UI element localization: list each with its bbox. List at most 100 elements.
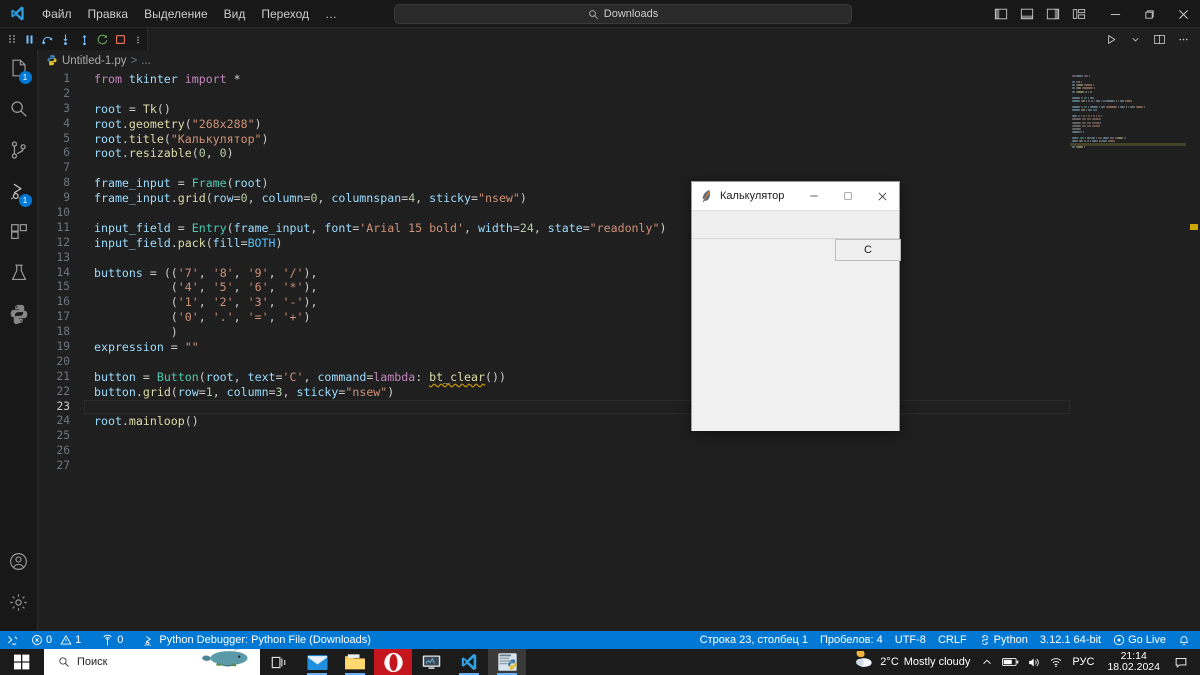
windows-start-icon[interactable]	[0, 649, 44, 675]
code-line[interactable]: 14 buttons = (('7', '8', '9', '/'),	[38, 266, 1200, 281]
volume-control[interactable]	[1023, 649, 1045, 675]
code-line[interactable]: 17 ('0', '.', '=', '+')	[38, 310, 1200, 325]
breadcrumb-file[interactable]: Untitled-1.py	[62, 55, 127, 67]
window-minimize-button[interactable]	[1098, 0, 1132, 28]
status-go-live[interactable]: Go Live	[1107, 631, 1172, 649]
code-line[interactable]: 25	[38, 429, 1200, 444]
toggle-secondary-sidebar-icon[interactable]	[1042, 3, 1064, 25]
drag-grip-icon[interactable]	[3, 29, 20, 49]
window-restore-button[interactable]	[1132, 0, 1166, 28]
code-line[interactable]: 26	[38, 444, 1200, 459]
status-warnings[interactable]: 1	[58, 631, 87, 649]
status-notifications[interactable]	[1172, 631, 1196, 649]
menu-selection[interactable]: Выделение	[136, 4, 216, 24]
status-cursor-position[interactable]: Строка 23, столбец 1	[694, 631, 814, 649]
calculator-clear-button[interactable]: C	[835, 239, 901, 261]
tk-close-button[interactable]	[865, 182, 899, 211]
taskbar-search-box[interactable]: Поиск	[44, 649, 260, 675]
code-line[interactable]: 16 ('1', '2', '3', '-'),	[38, 295, 1200, 310]
sidebar-item-search[interactable]	[0, 91, 38, 132]
breadcrumb-rest[interactable]: ...	[141, 55, 151, 67]
code-line[interactable]: 12 input_field.pack(fill=BOTH)	[38, 236, 1200, 251]
menu-file[interactable]: Файл	[34, 4, 80, 24]
debug-step-out-button[interactable]	[76, 29, 93, 49]
tk-minimize-button[interactable]	[797, 182, 831, 211]
weather-widget[interactable]: 2°C Mostly cloudy	[847, 648, 976, 675]
sidebar-item-testing[interactable]	[0, 255, 38, 296]
battery-status[interactable]	[998, 649, 1023, 675]
sidebar-item-run-and-debug[interactable]: 1	[0, 173, 38, 214]
debug-pause-button[interactable]	[21, 29, 38, 49]
menu-edit[interactable]: Правка	[80, 4, 137, 24]
taskbar-opera[interactable]	[374, 649, 412, 675]
window-close-button[interactable]	[1166, 0, 1200, 28]
code-line[interactable]: 9 frame_input.grid(row=0, column=0, colum…	[38, 191, 1200, 206]
code-line[interactable]: 27	[38, 459, 1200, 474]
code-line[interactable]: 11 input_field = Entry(frame_input, font=…	[38, 221, 1200, 236]
code-line[interactable]: 4 root.geometry("268x288")	[38, 117, 1200, 132]
taskbar-python-idle[interactable]	[488, 649, 526, 675]
sidebar-item-source-control[interactable]	[0, 132, 38, 173]
calculator-display-input[interactable]	[692, 211, 899, 239]
code-line[interactable]: 21 button = Button(root, text='C', comman…	[38, 370, 1200, 385]
toggle-primary-sidebar-icon[interactable]	[990, 3, 1012, 25]
customize-layout-icon[interactable]	[1068, 3, 1090, 25]
remote-host-indicator[interactable]	[0, 631, 25, 649]
status-errors[interactable]: 0	[25, 631, 58, 649]
code-line[interactable]: 2	[38, 87, 1200, 102]
code-line[interactable]: 8 frame_input = Frame(root)	[38, 176, 1200, 191]
status-eol[interactable]: CRLF	[932, 631, 973, 649]
debug-more-button[interactable]	[130, 29, 147, 49]
debug-step-over-button[interactable]	[39, 29, 56, 49]
debug-stop-button[interactable]	[112, 29, 129, 49]
action-center-button[interactable]	[1168, 649, 1194, 675]
clock-widget[interactable]: 21:14 18.02.2024	[1099, 650, 1168, 674]
taskbar-remote-desktop[interactable]	[412, 649, 450, 675]
breadcrumb[interactable]: Untitled-1.py > ...	[38, 50, 1200, 72]
tray-expand-button[interactable]	[976, 649, 998, 675]
code-line[interactable]: 24 root.mainloop()	[38, 414, 1200, 429]
code-line[interactable]: 23	[38, 399, 1200, 415]
code-line[interactable]: 7	[38, 161, 1200, 176]
taskbar-task-view[interactable]	[260, 649, 298, 675]
status-ports[interactable]: 0	[95, 631, 129, 649]
run-options-chevron-down-icon[interactable]	[1124, 29, 1146, 49]
menu-view[interactable]: Вид	[216, 4, 254, 24]
code-line[interactable]: 1 from tkinter import *	[38, 72, 1200, 87]
taskbar-file-explorer[interactable]	[336, 649, 374, 675]
status-debug-session[interactable]: Python Debugger: Python File (Downloads)	[137, 631, 377, 649]
code-line[interactable]: 6 root.resizable(0, 0)	[38, 146, 1200, 161]
code-line[interactable]: 20	[38, 355, 1200, 370]
sidebar-item-explorer[interactable]: 1	[0, 50, 38, 91]
code-line[interactable]: 22 button.grid(row=1, column=3, sticky="n…	[38, 385, 1200, 400]
menu-more[interactable]: …	[317, 4, 345, 24]
tk-title-bar[interactable]: Калькулятор	[692, 182, 899, 211]
accounts-button[interactable]	[0, 543, 38, 584]
editor-minimap[interactable]	[1070, 72, 1186, 631]
debug-restart-button[interactable]	[94, 29, 111, 49]
toggle-panel-icon[interactable]	[1016, 3, 1038, 25]
status-indentation[interactable]: Пробелов: 4	[814, 631, 889, 649]
split-editor-button[interactable]	[1148, 29, 1170, 49]
status-encoding[interactable]: UTF-8	[889, 631, 932, 649]
more-actions-ellipsis-icon[interactable]	[1172, 29, 1194, 49]
status-language-mode[interactable]: Python	[973, 631, 1034, 649]
language-indicator[interactable]: РУС	[1067, 649, 1099, 675]
code-line[interactable]: 5 root.title("Калькулятор")	[38, 132, 1200, 147]
tkinter-calculator-window[interactable]: Калькулятор C	[691, 181, 901, 431]
taskbar-mail[interactable]	[298, 649, 336, 675]
run-python-file-button[interactable]	[1100, 29, 1122, 49]
menu-go[interactable]: Переход	[253, 4, 317, 24]
status-python-interpreter[interactable]: 3.12.1 64-bit	[1034, 631, 1107, 649]
sidebar-item-extensions[interactable]	[0, 214, 38, 255]
code-line[interactable]: 13	[38, 251, 1200, 266]
network-status[interactable]	[1045, 649, 1067, 675]
sidebar-item-python[interactable]	[0, 296, 38, 337]
editor-overview-ruler[interactable]	[1186, 72, 1200, 631]
debug-step-into-button[interactable]	[57, 29, 74, 49]
tk-maximize-button[interactable]	[831, 182, 865, 211]
manage-settings-button[interactable]	[0, 584, 38, 625]
code-line[interactable]: 3 root = Tk()	[38, 102, 1200, 117]
code-line[interactable]: 18 )	[38, 325, 1200, 340]
code-line[interactable]: 10	[38, 206, 1200, 221]
